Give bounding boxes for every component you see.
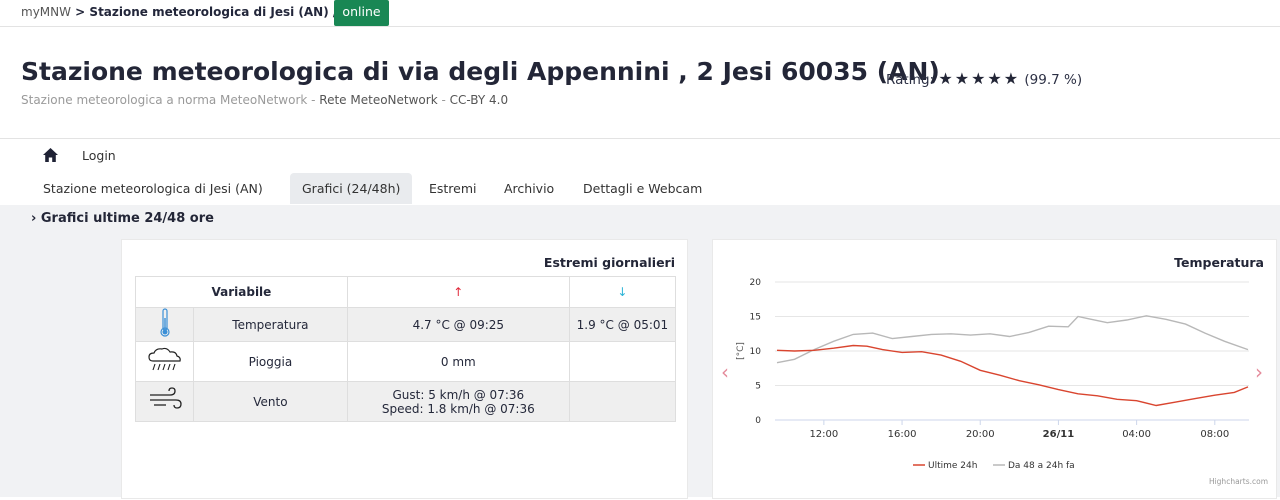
tab-extremes[interactable]: Estremi (417, 173, 489, 204)
row-max-value: 0 mm (346, 341, 570, 382)
daily-extremes-title: Estremi giornalieri (543, 255, 675, 270)
y-tick-label: 20 (750, 278, 762, 288)
row-min-value: 1.9 °C @ 05:01 (568, 307, 677, 342)
column-header-max: ↑ (346, 276, 570, 308)
rating: Rating: ★★★★★ (99.7 %) (886, 69, 1082, 88)
y-tick-label: 15 (750, 313, 761, 323)
row-variable-name: Temperatura (193, 307, 348, 342)
chart-credit[interactable]: Highcharts.com (1209, 477, 1268, 486)
subtitle-separator: - (437, 93, 450, 107)
home-icon[interactable] (43, 148, 58, 162)
rating-value: (99.7 %) (1024, 72, 1083, 88)
tab-details-webcam[interactable]: Dettagli e Webcam (571, 173, 714, 204)
temperature-chart-card: Temperatura ‹ › 0 5 10 15 20 12:00 16:00 20:00 2… (712, 239, 1277, 499)
chevron-right-icon: › (31, 211, 37, 226)
row-variable-name: Pioggia (193, 341, 348, 382)
section-title-text: Grafici ultime 24/48 ore (40, 211, 214, 226)
row-min-value (568, 341, 677, 382)
legend-label: Ultime 24h (928, 461, 977, 471)
station-tabs: Stazione meteorologica di Jesi (AN) Graf… (0, 173, 1280, 205)
row-max-speed: Speed: 1.8 km/h @ 07:36 (381, 401, 535, 416)
x-tick-label: 16:00 (888, 429, 917, 440)
breadcrumb-bar: myMNW > Stazione meteorologica di Jesi (… (0, 0, 1280, 27)
subtitle-separator: - (307, 93, 320, 107)
breadcrumb-current: Stazione meteorologica di Jesi (AN) / (89, 5, 338, 19)
row-max-value: Gust: 5 km/h @ 07:36 Speed: 1.8 km/h @ 0… (346, 381, 570, 422)
arrow-down-icon: ↓ (617, 285, 628, 299)
series-line-da-48-a-24h-fa (776, 315, 1249, 364)
row-min-value (568, 381, 677, 422)
x-tick-label: 20:00 (966, 429, 995, 440)
thermometer-icon (135, 307, 194, 342)
y-tick-label: 0 (755, 416, 761, 426)
subtitle-standard: Stazione meteorologica a norma MeteoNetw… (21, 93, 308, 107)
breadcrumb-separator: > (71, 5, 90, 19)
breadcrumb: myMNW > Stazione meteorologica di Jesi (… (21, 5, 337, 19)
rating-label: Rating: (886, 72, 935, 88)
series-line-ultime-24h (776, 344, 1249, 407)
rating-stars-icon: ★★★★★ (938, 69, 1021, 88)
legend-label: Da 48 a 24h fa (1008, 461, 1075, 471)
column-header-variable: Variabile (135, 276, 348, 308)
row-max-value: 4.7 °C @ 09:25 (346, 307, 570, 342)
y-tick-label: 10 (750, 347, 762, 357)
column-header-min: ↓ (568, 276, 677, 308)
x-tick-label: 08:00 (1200, 429, 1229, 440)
section-title[interactable]: › Grafici ultime 24/48 ore (31, 211, 214, 226)
breadcrumb-home-link[interactable]: myMNW (21, 5, 71, 19)
tab-charts[interactable]: Grafici (24/48h) (290, 173, 413, 204)
tab-archive[interactable]: Archivio (492, 173, 566, 204)
wind-icon (135, 381, 194, 422)
temperature-chart: 0 5 10 15 20 12:00 16:00 20:00 26/11 04:00 08:00 [°… (736, 278, 1249, 471)
y-tick-label: 5 (755, 382, 761, 392)
table-row: Vento Gust: 5 km/h @ 07:36 Speed: 1.8 km… (135, 381, 677, 422)
rain-cloud-icon (135, 341, 194, 382)
status-badge: online (334, 0, 389, 26)
login-link[interactable]: Login (82, 148, 116, 163)
page-title: Stazione meteorologica di via degli Appe… (21, 57, 940, 86)
table-row: Pioggia 0 mm (135, 341, 677, 382)
station-header: Stazione meteorologica di via degli Appe… (0, 28, 1280, 139)
charts-section: › Grafici ultime 24/48 ore Estremi giorn… (0, 205, 1280, 499)
x-tick-label: 04:00 (1122, 429, 1151, 440)
extremes-table: Variabile ↑ ↓ Temperatura 4.7 °C @ 09:25… (135, 276, 677, 422)
table-header-row: Variabile ↑ ↓ (135, 276, 677, 308)
x-tick-label: 12:00 (809, 429, 838, 440)
station-subtitle: Stazione meteorologica a norma MeteoNetw… (21, 93, 508, 107)
table-row: Temperatura 4.7 °C @ 09:25 1.9 °C @ 05:0… (135, 307, 677, 342)
tab-station[interactable]: Stazione meteorologica di Jesi (AN) (31, 173, 275, 204)
subtitle-network-link[interactable]: Rete MeteoNetwork (319, 93, 437, 107)
row-variable-name: Vento (193, 381, 348, 422)
y-axis-label: [°C] (736, 342, 746, 360)
row-max-gust: Gust: 5 km/h @ 07:36 (392, 387, 525, 402)
arrow-up-icon: ↑ (453, 285, 464, 299)
main-nav: Login (0, 140, 1280, 172)
subtitle-license-link[interactable]: CC-BY 4.0 (450, 93, 508, 107)
x-tick-label: 26/11 (1043, 429, 1075, 440)
daily-extremes-card: Estremi giornalieri Variabile ↑ ↓ Temper… (121, 239, 688, 499)
